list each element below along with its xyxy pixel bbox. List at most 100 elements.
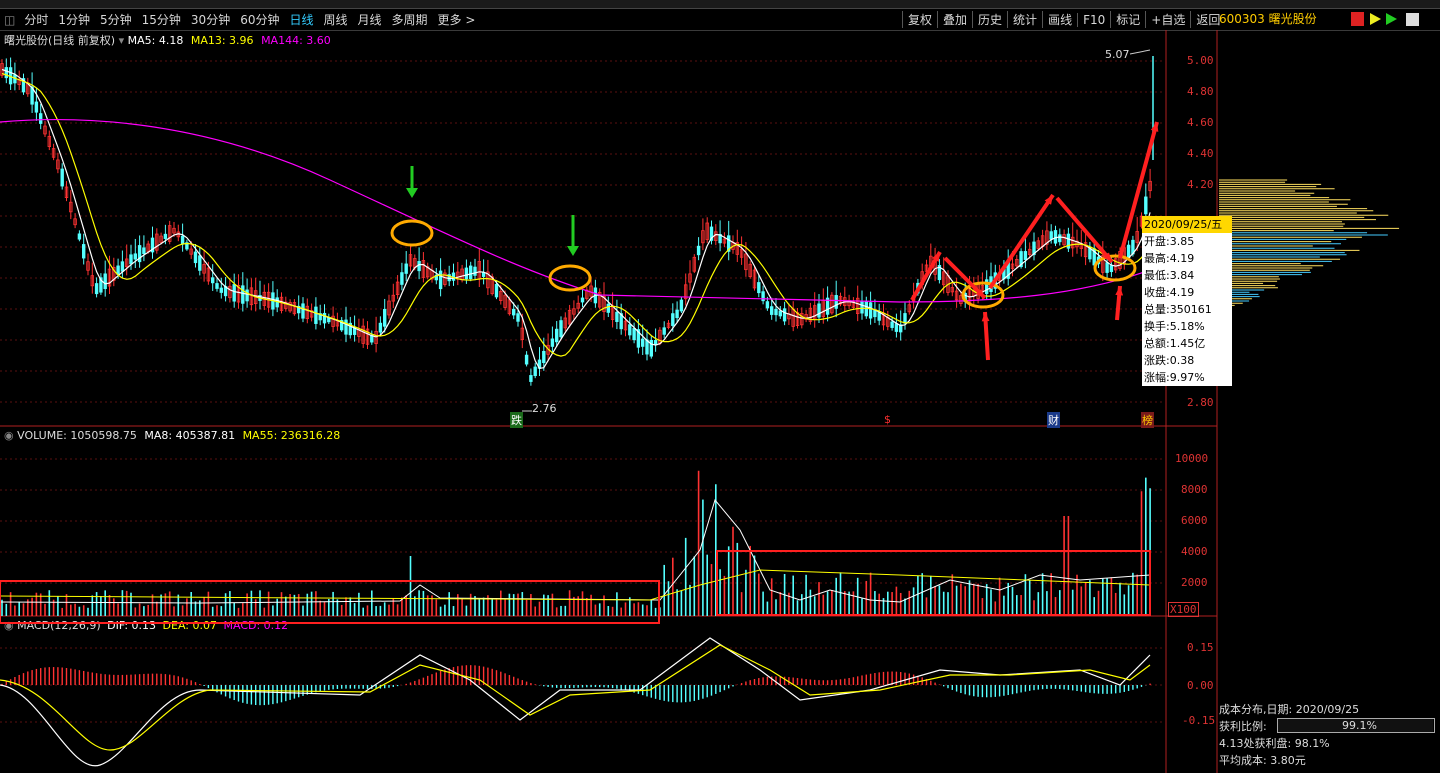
- candle-body: [245, 289, 249, 302]
- candle-body: [120, 261, 125, 272]
- candle-body: [628, 324, 632, 336]
- chip-line1: 4.13处获利盘: 98.1%: [1219, 737, 1330, 750]
- profit-label: 获利比例:: [1219, 720, 1267, 733]
- candle-body: [662, 327, 666, 335]
- candle-body: [77, 233, 82, 240]
- overlay-button[interactable]: 叠加: [937, 11, 972, 28]
- candle-body: [890, 321, 894, 328]
- candle-body: [580, 297, 585, 303]
- tab-monthly[interactable]: 月线: [353, 11, 387, 28]
- draw-button[interactable]: 画线: [1042, 11, 1077, 28]
- tool-buttons: 复权 叠加 历史 统计 画线 F10 标记 +自选 返回: [902, 9, 1225, 30]
- dea-line: [0, 644, 1151, 751]
- history-button[interactable]: 历史: [972, 11, 1007, 28]
- price-tick: 4.60: [1187, 116, 1214, 129]
- tooltip-low: 最低:3.84: [1144, 269, 1195, 282]
- volume-tick: 4000: [1181, 545, 1208, 558]
- add-watchlist-button[interactable]: +自选: [1145, 11, 1190, 28]
- volume-tick: 2000: [1181, 576, 1208, 589]
- fuquan-button[interactable]: 复权: [902, 11, 937, 28]
- tab-60min[interactable]: 60分钟: [235, 11, 284, 28]
- report-icon[interactable]: [1351, 12, 1364, 26]
- f10-button[interactable]: F10: [1077, 12, 1110, 27]
- tab-15min[interactable]: 15分钟: [137, 11, 186, 28]
- candle-body: [641, 338, 645, 347]
- candle-body: [550, 338, 555, 347]
- period-tabs: ◫ 分时 1分钟 5分钟 15分钟 30分钟 60分钟 日线 周线 月线 多周期…: [0, 9, 480, 30]
- mark-button[interactable]: 标记: [1110, 11, 1145, 28]
- window-icon[interactable]: ◫: [0, 13, 19, 27]
- volume-bars: [0, 470, 1151, 624]
- candle-body: [382, 308, 387, 327]
- stock-chart[interactable]: [0, 30, 1440, 773]
- macd-tick: 0.15: [1187, 641, 1214, 654]
- profit-value: 99.1%: [1342, 719, 1377, 732]
- candle-body: [39, 113, 43, 124]
- dif-line: [0, 637, 1151, 767]
- finance-marker[interactable]: 财: [1047, 412, 1060, 428]
- price-tick: 4.40: [1187, 147, 1214, 160]
- candle-body: [894, 323, 899, 332]
- candle-body: [438, 270, 443, 290]
- settings-icon[interactable]: [1406, 13, 1419, 26]
- volume-unit: X100: [1168, 602, 1199, 617]
- tab-1min[interactable]: 1分钟: [53, 11, 95, 28]
- limit-down-marker[interactable]: 跌: [510, 412, 523, 428]
- candle-body: [142, 247, 146, 255]
- candle-body: [653, 340, 658, 346]
- highlight-circle: [390, 219, 434, 247]
- candle-body: [198, 255, 202, 271]
- tab-fenshi[interactable]: 分时: [19, 11, 53, 28]
- candle-body: [615, 311, 619, 322]
- dollar-marker[interactable]: $: [884, 413, 891, 426]
- tooltip-high: 最高:4.19: [1144, 252, 1195, 265]
- candle-body: [103, 273, 107, 290]
- candle-body: [1109, 265, 1114, 273]
- candle-body: [232, 284, 236, 302]
- candle-body: [529, 375, 533, 382]
- candle-body: [834, 295, 838, 309]
- tab-5min[interactable]: 5分钟: [95, 11, 137, 28]
- candle-body: [817, 303, 821, 318]
- candle-body: [1053, 230, 1058, 244]
- tab-daily[interactable]: 日线: [284, 11, 318, 28]
- candle-body: [1058, 234, 1062, 243]
- tab-30min[interactable]: 30分钟: [186, 11, 235, 28]
- stats-button[interactable]: 统计: [1007, 11, 1042, 28]
- chip-title: 成本分布,日期: 2020/09/25: [1219, 703, 1360, 716]
- tab-more[interactable]: 更多 >: [433, 11, 481, 28]
- price-tick: 2.80: [1187, 396, 1214, 409]
- tab-multi-period[interactable]: 多周期: [387, 11, 433, 28]
- candle-body: [1023, 251, 1028, 260]
- volume-tick: 6000: [1181, 514, 1208, 527]
- next-icon[interactable]: [1386, 13, 1397, 25]
- macd-histogram: [0, 637, 1151, 767]
- tooltip-volume: 总量:350161: [1144, 303, 1212, 316]
- tooltip-date: 2020/09/25/五: [1142, 216, 1232, 233]
- chart-grid: [0, 30, 1218, 773]
- candle-body: [559, 320, 563, 338]
- play-icon[interactable]: [1370, 13, 1381, 25]
- candle-body: [765, 301, 770, 309]
- candle-body: [555, 328, 559, 343]
- annotations: [390, 49, 1159, 412]
- tab-weekly[interactable]: 周线: [319, 11, 353, 28]
- ranking-marker[interactable]: 榜: [1141, 412, 1154, 428]
- macd-tick: 0.00: [1187, 679, 1214, 692]
- tooltip-change: 涨跌:0.38: [1144, 354, 1195, 367]
- tooltip-change-pct: 涨幅:9.97%: [1144, 371, 1205, 384]
- candle-body: [679, 299, 684, 312]
- candle-body: [4, 67, 8, 79]
- candle-body: [757, 282, 761, 294]
- volume-tick: 10000: [1175, 452, 1209, 465]
- volume-tick: 8000: [1181, 483, 1208, 496]
- tooltip-close: 收盘:4.19: [1144, 286, 1195, 299]
- candle-body: [473, 266, 477, 276]
- candle-body: [675, 309, 679, 319]
- candle-body: [193, 251, 198, 264]
- candle-body: [400, 272, 404, 285]
- tooltip-open: 开盘:3.85: [1144, 235, 1195, 248]
- candle-body: [82, 244, 86, 259]
- green-arrow-head: [406, 188, 418, 198]
- candle-body: [219, 287, 223, 293]
